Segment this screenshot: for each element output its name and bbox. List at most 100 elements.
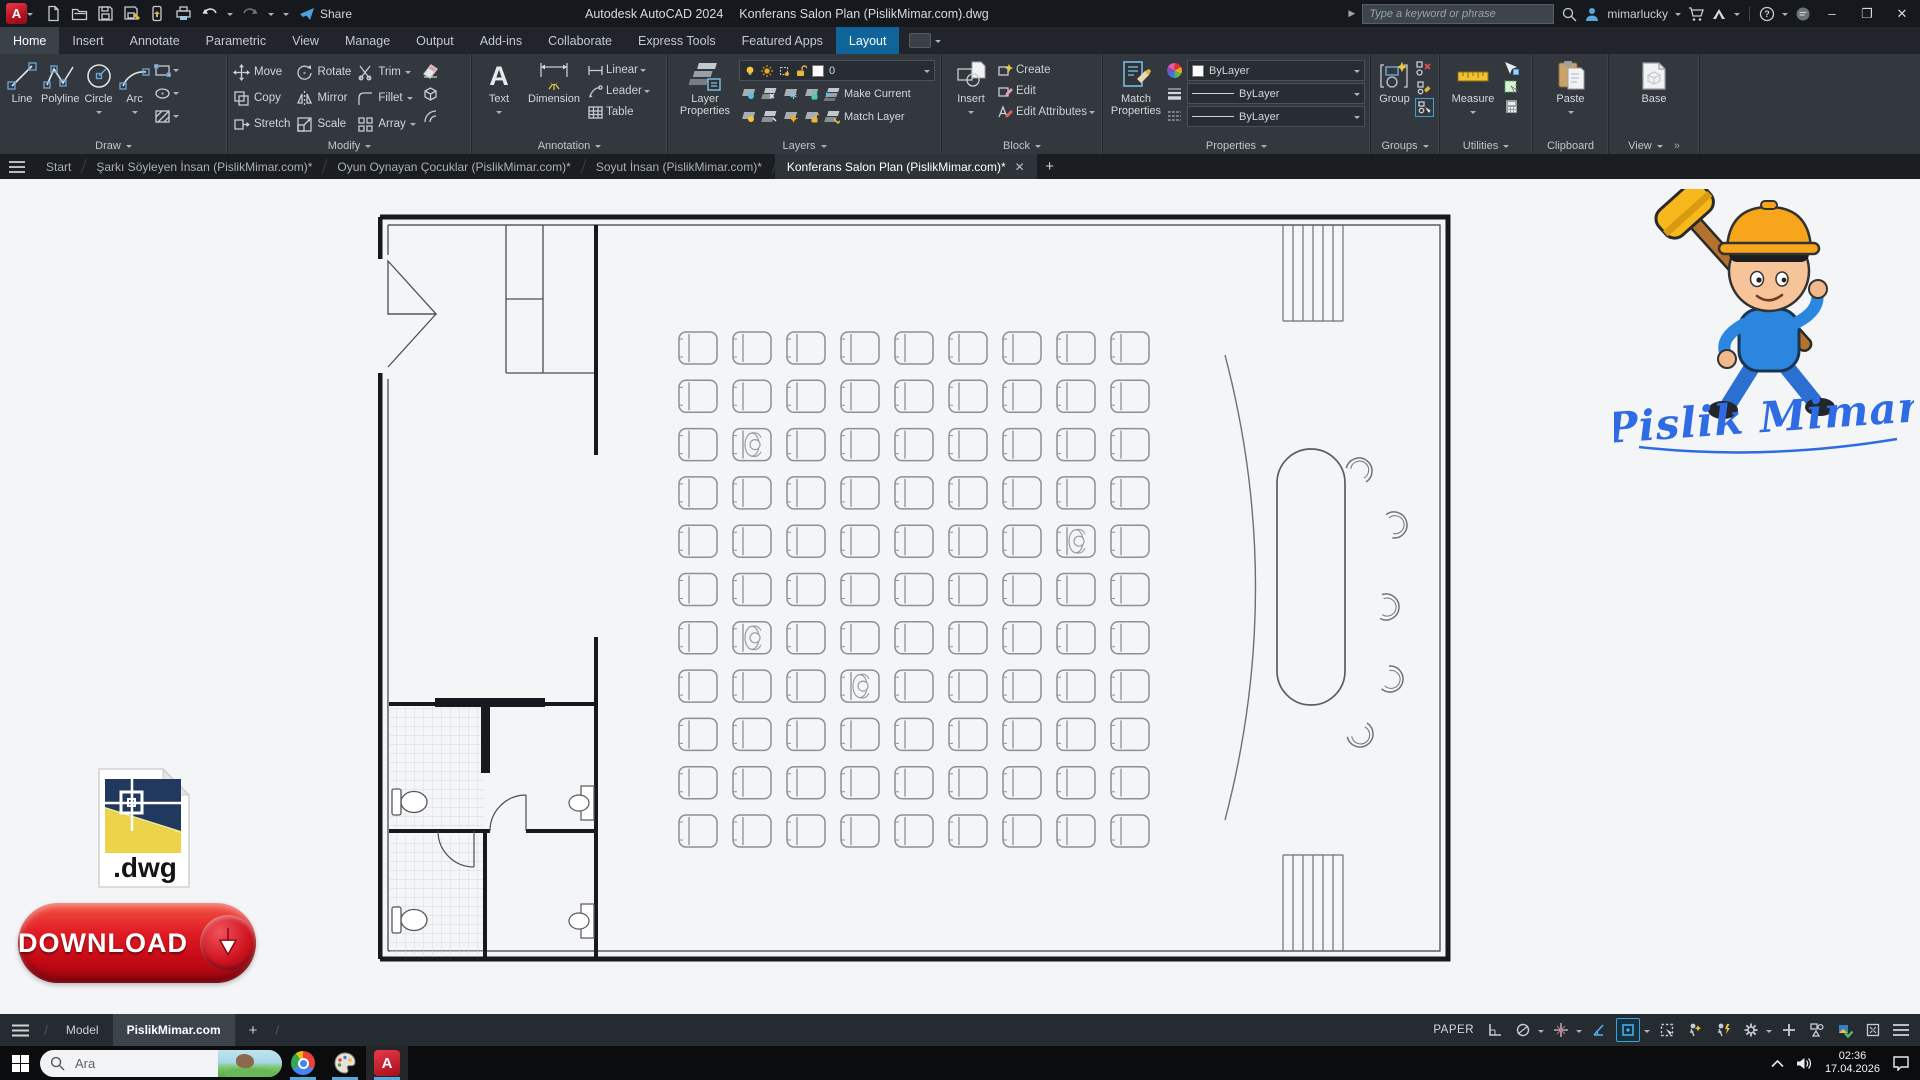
layer-thaw-all-tool-icon[interactable] [781,109,798,124]
lineweight-icon[interactable] [1166,85,1183,102]
block-panel-label[interactable]: Block [942,137,1102,154]
circle-button[interactable]: Circle [82,57,116,137]
offset-button[interactable] [422,106,439,126]
layer-selector-dropdown[interactable]: 0 [739,60,935,81]
match-layer-label[interactable]: Match Layer [844,111,905,123]
crosshair-plus-icon[interactable] [1778,1019,1800,1041]
array-button[interactable]: Array [357,116,415,133]
search-expand-icon[interactable]: ▶ [1348,8,1355,19]
text-caret-icon[interactable] [496,111,502,117]
circle-caret-icon[interactable] [96,111,102,117]
file-tab-1[interactable]: Şarkı Söyleyen İnsan (PislikMimar.com)* [84,154,324,179]
paste-caret-icon[interactable] [1568,111,1574,117]
start-button[interactable] [0,1046,40,1080]
calculator-icon[interactable] [1503,98,1520,115]
taskbar-search-input[interactable] [73,1055,197,1072]
taskbar-chrome-icon[interactable] [282,1046,324,1080]
utilities-panel-label[interactable]: Utilities [1440,137,1532,154]
make-current-label[interactable]: Make Current [844,88,911,100]
search-highlight-thumbnail[interactable] [218,1050,282,1077]
ribbon-tab-collaborate[interactable]: Collaborate [535,27,625,54]
autodesk-logo-icon[interactable] [1711,6,1727,22]
open-from-web-icon[interactable] [149,5,166,22]
layer-off-tool-icon[interactable] [739,86,756,101]
file-tab-close-icon[interactable]: ✕ [1015,160,1025,174]
quick-select-icon[interactable] [1503,60,1520,77]
close-button[interactable]: ✕ [1888,0,1916,27]
fillet-caret-icon[interactable] [407,97,413,103]
file-tab-2[interactable]: Oyun Oynayan Çocuklar (PislikMimar.com)* [325,154,582,179]
search-icon[interactable] [1561,6,1577,22]
linetype-icon[interactable] [1166,108,1183,125]
group-edit-icon[interactable] [1415,79,1432,96]
polar-tracking-icon[interactable] [1588,1019,1610,1041]
paper-space-indicator[interactable]: PAPER [1433,1024,1474,1036]
layout-switch-control[interactable] [909,27,941,54]
file-tab-3[interactable]: Soyut İnsan (PislikMimar.com)* [584,154,774,179]
workspace-caret-icon[interactable] [1766,1030,1772,1036]
insert-caret-icon[interactable] [968,111,974,117]
erase-button[interactable] [422,60,439,80]
ribbon-tab-express-tools[interactable]: Express Tools [625,27,729,54]
fillet-button[interactable]: Fillet [357,90,415,107]
snap-caret-icon[interactable] [1576,1030,1582,1036]
layer-isolate-tool-icon[interactable] [760,86,777,101]
measure-caret-icon[interactable] [1470,111,1476,117]
undo-caret-icon[interactable] [227,13,233,19]
grid-display-icon[interactable] [1484,1019,1506,1041]
undo-icon[interactable] [201,5,218,22]
autodesk-caret-icon[interactable] [1734,13,1740,19]
autoscale-icon[interactable] [1712,1019,1734,1041]
layer-unlock-tool-icon[interactable] [802,109,819,124]
clean-screen-icon[interactable] [1862,1019,1884,1041]
user-menu-caret-icon[interactable] [1675,13,1681,19]
move-button[interactable]: Move [233,64,290,81]
add-layout-button[interactable]: + [235,1014,272,1046]
ribbon-tab-manage[interactable]: Manage [332,27,403,54]
help-icon[interactable]: ? [1759,6,1775,22]
object-snap-icon[interactable] [1616,1018,1640,1042]
file-tab-4[interactable]: Konferans Salon Plan (PislikMimar.com)*✕ [775,154,1037,179]
mirror-button[interactable]: Mirror [296,90,351,107]
isodraft-icon[interactable] [1512,1019,1534,1041]
annotation-visibility-icon[interactable] [1684,1019,1706,1041]
clipboard-panel-label[interactable]: Clipboard [1533,137,1608,154]
taskbar-paint-icon[interactable] [324,1046,366,1080]
layers-panel-label[interactable]: Layers [668,137,941,154]
draw-panel-label[interactable]: Draw [0,137,227,154]
dimension-button[interactable]: Dimension [523,57,585,137]
volume-icon[interactable] [1796,1056,1813,1071]
ribbon-tab-featured-apps[interactable]: Featured Apps [729,27,836,54]
workspace-gear-icon[interactable] [1740,1019,1762,1041]
quick-calc-select-icon[interactable] [1503,79,1520,96]
save-as-icon[interactable] [123,5,140,22]
open-folder-icon[interactable] [71,5,88,22]
arc-button[interactable]: Arc [118,57,152,137]
qat-customize-caret-icon[interactable] [283,13,289,19]
leader-caret-icon[interactable] [644,90,650,96]
color-wheel-icon[interactable] [1166,62,1183,79]
new-file-icon[interactable] [45,5,62,22]
app-store-cart-icon[interactable] [1688,6,1704,22]
isodraft-caret-icon[interactable] [1538,1030,1544,1036]
file-tab-0[interactable]: Start [34,154,83,179]
properties-panel-label[interactable]: Properties [1103,137,1370,154]
edit-block-button[interactable]: Edit [997,81,1095,101]
object-color-dropdown[interactable]: ByLayer [1187,60,1365,81]
measure-button[interactable]: Measure [1445,57,1501,137]
leader-button[interactable]: Leader [587,81,650,101]
restore-button[interactable]: ❐ [1853,0,1881,27]
ribbon-tab-home[interactable]: Home [0,27,59,54]
linear-caret-icon[interactable] [640,69,646,75]
create-block-button[interactable]: Create [997,60,1095,80]
ellipse-tool-button[interactable] [154,83,179,103]
ribbon-tab-layout[interactable]: Layout [836,27,900,54]
paste-button[interactable]: Paste [1548,57,1594,137]
notification-center-icon[interactable] [1892,1055,1910,1071]
feedback-icon[interactable] [1795,6,1811,22]
modify-panel-label[interactable]: Modify [228,137,471,154]
make-current-icon[interactable] [823,86,840,101]
layer-lock-tool-icon[interactable] [802,86,819,101]
user-avatar-icon[interactable] [1584,6,1600,22]
stretch-button[interactable]: Stretch [233,116,290,133]
